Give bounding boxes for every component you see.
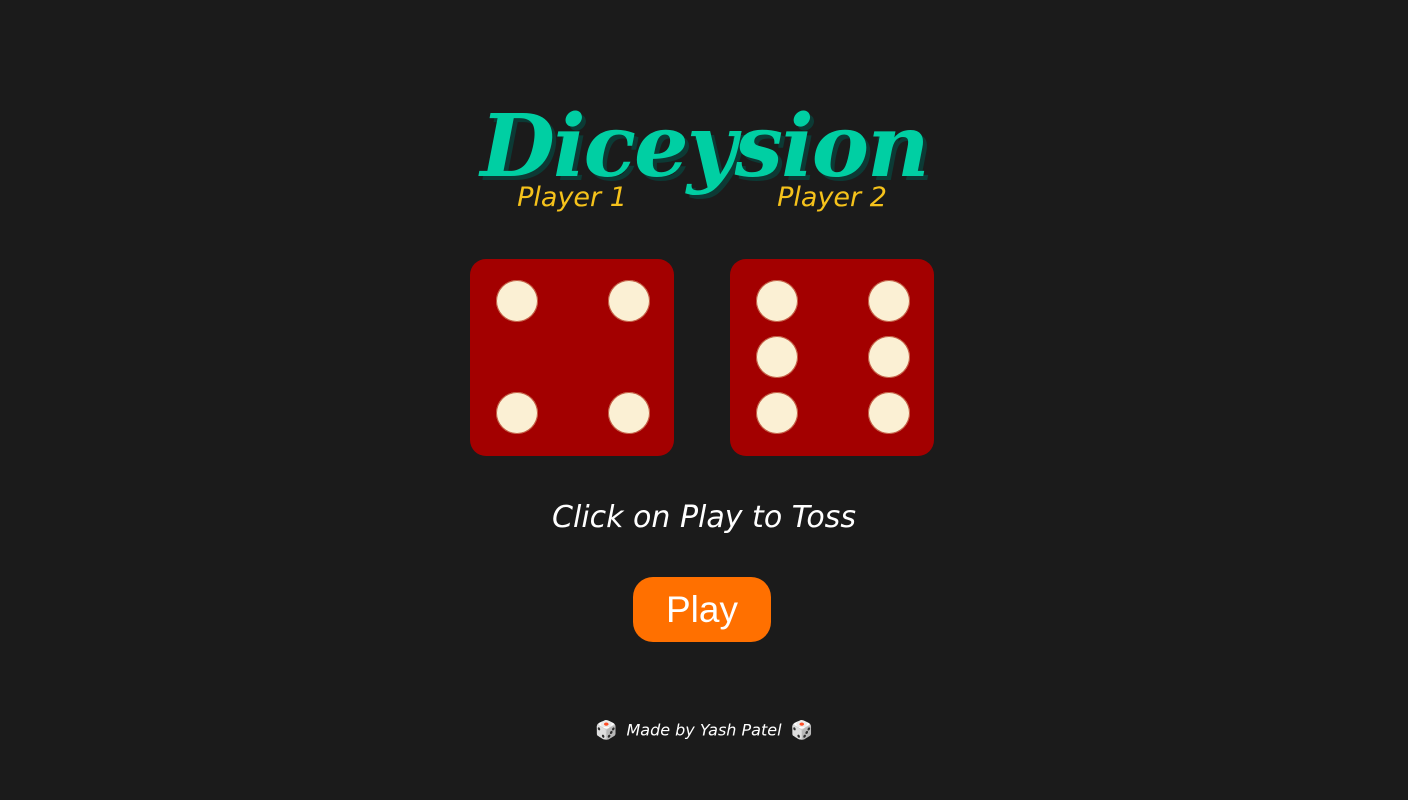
- dice-icon: 🎲: [594, 719, 618, 741]
- die-pip: [756, 336, 798, 378]
- player-1-label: Player 1: [517, 182, 627, 213]
- dice-icon: 🎲: [790, 719, 814, 741]
- player-1-die: [470, 259, 674, 456]
- die-pip: [608, 392, 650, 434]
- die-pip: [608, 280, 650, 322]
- die-pip: [496, 392, 538, 434]
- die-pip: [868, 336, 910, 378]
- status-message: Click on Play to Toss: [552, 500, 856, 535]
- die-pip: [756, 280, 798, 322]
- die-pip: [756, 392, 798, 434]
- die-pip: [868, 392, 910, 434]
- die-pip: [496, 280, 538, 322]
- die-pip: [868, 280, 910, 322]
- footer-credit: Made by Yash Patel: [626, 720, 782, 740]
- app-title: Diceysion: [480, 95, 929, 197]
- footer: 🎲 Made by Yash Patel 🎲: [0, 716, 1408, 745]
- player-2-label: Player 2: [777, 182, 887, 213]
- player-2-die: [730, 259, 934, 456]
- play-button[interactable]: Play: [633, 577, 771, 642]
